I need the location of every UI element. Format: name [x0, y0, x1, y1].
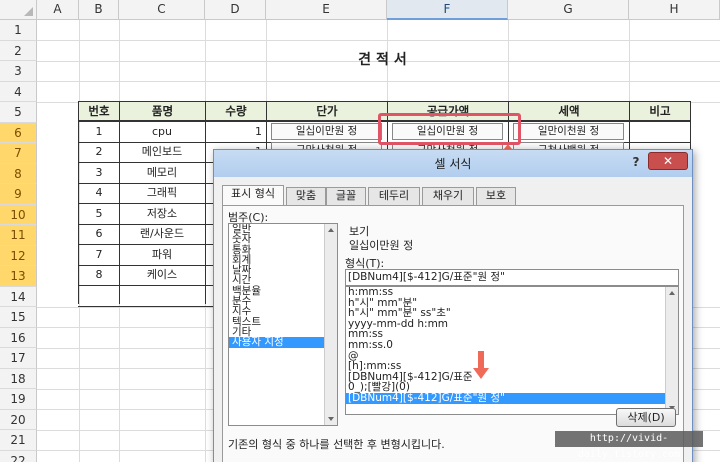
column-header-e[interactable]: E — [266, 0, 387, 20]
scroll-down-icon[interactable] — [328, 417, 334, 421]
category-list[interactable]: 일반 숫자 통화 회계 날짜 시간 백분율 분수 지수 텍스트 기타 사용자 지… — [228, 223, 338, 426]
cell-tax[interactable]: 일만이천원 정 — [508, 122, 629, 143]
row-header[interactable]: 22 — [0, 450, 37, 462]
row-header[interactable]: 20 — [0, 409, 37, 430]
cell-item[interactable]: 케이스 — [119, 265, 205, 286]
format-item[interactable]: h:mm:ss — [346, 287, 678, 298]
format-list[interactable]: h:mm:ss h"시" mm"분" h"시" mm"분" ss"초" yyyy… — [345, 286, 679, 415]
row-header[interactable]: 6 — [0, 122, 37, 143]
header-no[interactable]: 번호 — [78, 101, 120, 121]
tab-number[interactable]: 표시 형식 — [222, 185, 284, 206]
row-header[interactable]: 17 — [0, 348, 37, 369]
delete-button[interactable]: 삭제(D) — [616, 408, 676, 427]
tab-border[interactable]: 테두리 — [368, 187, 420, 205]
cell-no[interactable]: 3 — [79, 163, 119, 184]
cell-price[interactable]: 일십이만원 정 — [266, 122, 387, 143]
format-cells-dialog: 셀 서식 ? ✕ 표시 형식 맞춤 글꼴 테두리 채우기 보호 범주(C): 일… — [213, 149, 693, 462]
header-item[interactable]: 품명 — [119, 101, 206, 121]
dialog-titlebar[interactable]: 셀 서식 ? ✕ — [214, 150, 692, 177]
quote-title[interactable]: 견적서 — [79, 50, 691, 71]
row-header[interactable]: 4 — [0, 81, 37, 102]
gridline — [37, 40, 720, 41]
cell-no[interactable]: 2 — [79, 142, 119, 163]
column-header-b[interactable]: B — [79, 0, 119, 20]
category-scrollbar[interactable] — [324, 224, 337, 425]
cell-item[interactable]: 파워 — [119, 245, 205, 266]
row-header[interactable]: 18 — [0, 368, 37, 389]
column-header-a[interactable]: A — [37, 0, 79, 20]
row-header[interactable]: 10 — [0, 204, 37, 225]
row-header[interactable]: 19 — [0, 389, 37, 410]
tab-font[interactable]: 글꼴 — [326, 187, 366, 205]
cell-qty[interactable]: 1 — [205, 122, 266, 143]
row-header[interactable]: 11 — [0, 225, 37, 246]
row-header[interactable]: 9 — [0, 184, 37, 205]
dialog-title: 셀 서식 — [434, 157, 472, 171]
cell-item[interactable]: 메인보드 — [119, 142, 205, 163]
help-button[interactable]: ? — [628, 155, 644, 171]
category-item-selected[interactable]: 사용자 지정 — [229, 337, 337, 348]
row-header[interactable]: 1 — [0, 20, 37, 41]
row-header[interactable]: 3 — [0, 61, 37, 82]
cell-no[interactable]: 4 — [79, 183, 119, 204]
scroll-up-icon[interactable] — [669, 291, 675, 295]
close-button[interactable]: ✕ — [648, 152, 688, 170]
format-item[interactable]: mm:ss.0 — [346, 340, 678, 351]
format-item[interactable]: mm:ss — [346, 329, 678, 340]
cell-price-value: 일십이만원 정 — [271, 123, 382, 140]
select-all-corner[interactable] — [0, 0, 37, 20]
format-scrollbar[interactable] — [665, 287, 678, 414]
column-header-h[interactable]: H — [629, 0, 720, 20]
format-input[interactable]: [DBNum4][$-412]G/표준"원 정" — [345, 269, 679, 286]
highlight-box — [378, 113, 521, 145]
cell-tax-value: 일만이천원 정 — [513, 123, 624, 140]
tab-alignment[interactable]: 맞춤 — [286, 187, 326, 205]
watermark: http://vivid-daily.tistory.com — [555, 431, 703, 460]
cell-item[interactable]: 그래픽 — [119, 183, 205, 204]
row-header[interactable]: 21 — [0, 430, 37, 451]
column-header-d[interactable]: D — [205, 0, 266, 20]
row-header[interactable]: 13 — [0, 266, 37, 287]
cell-no[interactable]: 7 — [79, 245, 119, 266]
scroll-up-icon[interactable] — [328, 228, 334, 232]
table-border — [690, 101, 691, 149]
cell-no[interactable]: 6 — [79, 224, 119, 245]
row-header[interactable]: 7 — [0, 143, 37, 164]
row-header[interactable]: 2 — [0, 40, 37, 61]
header-note[interactable]: 비고 — [629, 101, 691, 121]
header-tax[interactable]: 세액 — [508, 101, 630, 121]
format-item-selected[interactable]: [DBNum4][$-412]G/표준"원 정" — [346, 393, 678, 404]
column-header-c[interactable]: C — [119, 0, 205, 20]
column-header-g[interactable]: G — [508, 0, 629, 20]
cell-item[interactable]: cpu — [119, 122, 205, 143]
tab-fill[interactable]: 채우기 — [422, 187, 474, 205]
cell-no[interactable]: 8 — [79, 265, 119, 286]
cell-no[interactable]: 1 — [79, 122, 119, 143]
down-arrow-icon — [473, 351, 489, 379]
cell-item[interactable]: 저장소 — [119, 204, 205, 225]
tab-protection[interactable]: 보호 — [476, 187, 516, 205]
header-price[interactable]: 단가 — [266, 101, 388, 121]
row-header[interactable]: 8 — [0, 163, 37, 184]
preview-value: 일십이만원 정 — [349, 239, 414, 252]
column-header-f[interactable]: F — [387, 0, 508, 20]
row-header[interactable]: 16 — [0, 327, 37, 348]
header-qty[interactable]: 수량 — [205, 101, 267, 121]
row-header[interactable]: 12 — [0, 245, 37, 266]
format-item[interactable]: yyyy-mm-dd h:mm — [346, 319, 678, 330]
cell-no[interactable]: 5 — [79, 204, 119, 225]
row-header[interactable]: 14 — [0, 286, 37, 307]
table-border — [78, 305, 218, 307]
corner-triangle-icon — [24, 7, 33, 16]
cell-item[interactable]: 메모리 — [119, 163, 205, 184]
gridline — [37, 81, 720, 82]
description-text: 기존의 형식 중 하나를 선택한 후 변형시킵니다. — [228, 438, 445, 451]
row-header[interactable]: 5 — [0, 102, 37, 123]
cell-item[interactable]: 랜/사운드 — [119, 224, 205, 245]
row-header[interactable]: 15 — [0, 307, 37, 328]
